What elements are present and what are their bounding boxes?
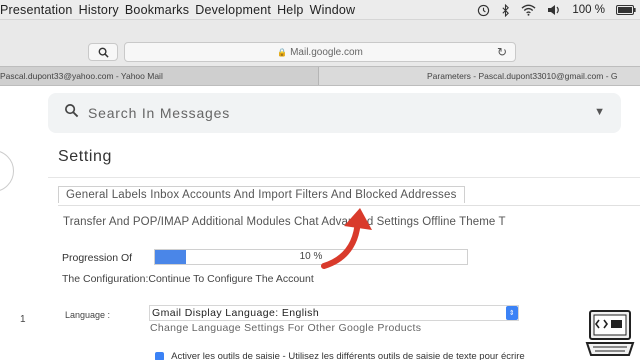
chevron-down-icon[interactable]: ▼ xyxy=(594,106,605,118)
tab-label: Parameters - Pascal.dupont33010@gmail.co… xyxy=(427,71,618,81)
gmail-search-bar[interactable]: Search In Messages ▼ xyxy=(48,93,621,133)
input-tools-option: Activer les outils de saisie - Utilisez … xyxy=(155,351,525,360)
battery-icon[interactable] xyxy=(616,5,636,15)
lock-icon: 🔒 xyxy=(277,47,288,57)
tab-gmail-parameters[interactable]: Parameters - Pascal.dupont33010@gmail.co… xyxy=(318,67,640,85)
status-area: 100 % xyxy=(471,0,636,19)
site-logo-icon xyxy=(585,310,635,356)
row-number: 1 xyxy=(20,314,26,325)
input-tools-label: Activer les outils de saisie - Utilisez … xyxy=(171,351,525,360)
volume-icon[interactable] xyxy=(547,4,561,16)
search-icon xyxy=(64,103,79,122)
tab-strip: Pascal.dupont33@yahoo.com - Yahoo Mail P… xyxy=(0,66,640,86)
side-button[interactable] xyxy=(0,150,14,192)
language-label: Language : xyxy=(65,310,111,320)
language-select[interactable]: Gmail Display Language: English ⇕ xyxy=(149,305,519,321)
menu-presentation[interactable]: Presentation xyxy=(0,3,73,17)
search-icon xyxy=(98,47,109,58)
menu-help[interactable]: Help xyxy=(277,3,304,17)
battery-label: 100 % xyxy=(572,4,605,16)
search-placeholder: Search In Messages xyxy=(88,105,231,121)
wifi-icon[interactable] xyxy=(521,4,536,16)
menu-bookmarks[interactable]: Bookmarks xyxy=(125,3,189,17)
menu-development[interactable]: Development xyxy=(195,3,271,17)
progress-label: Progression Of xyxy=(62,252,133,264)
config-link[interactable]: The Configuration:Continue To Configure … xyxy=(62,273,314,285)
progress-text: 10 % xyxy=(299,251,323,262)
menu-bar: Presentation History Bookmarks Developme… xyxy=(0,0,640,20)
search-button[interactable] xyxy=(88,43,118,61)
menu-window[interactable]: Window xyxy=(310,3,356,17)
annotation-arrow-icon xyxy=(321,208,372,269)
settings-tabs-row1: General Labels Inbox Accounts And Import… xyxy=(58,184,640,206)
bluetooth-icon[interactable] xyxy=(501,3,510,17)
address-url: Mail.google.com xyxy=(290,46,363,58)
divider xyxy=(48,177,640,178)
select-arrow-icon: ⇕ xyxy=(506,306,518,320)
reload-icon[interactable]: ↻ xyxy=(497,45,507,59)
language-select-value: Gmail Display Language: English xyxy=(152,307,320,319)
input-tools-checkbox[interactable] xyxy=(155,351,164,360)
progress-bar: 10 % xyxy=(154,249,468,265)
time-machine-icon[interactable] xyxy=(477,4,490,17)
tab-general-and-others[interactable]: General Labels Inbox Accounts And Import… xyxy=(58,186,465,203)
tab-yahoo-mail[interactable]: Pascal.dupont33@yahoo.com - Yahoo Mail xyxy=(0,67,300,85)
menu-history[interactable]: History xyxy=(79,3,119,17)
menu-items: Presentation History Bookmarks Developme… xyxy=(0,3,355,17)
page-title: Setting xyxy=(58,148,113,165)
address-bar[interactable]: 🔒 Mail.google.com ↻ xyxy=(124,42,516,62)
tab-label: Pascal.dupont33@yahoo.com - Yahoo Mail xyxy=(0,71,163,81)
language-settings-link[interactable]: Change Language Settings For Other Googl… xyxy=(150,322,421,334)
